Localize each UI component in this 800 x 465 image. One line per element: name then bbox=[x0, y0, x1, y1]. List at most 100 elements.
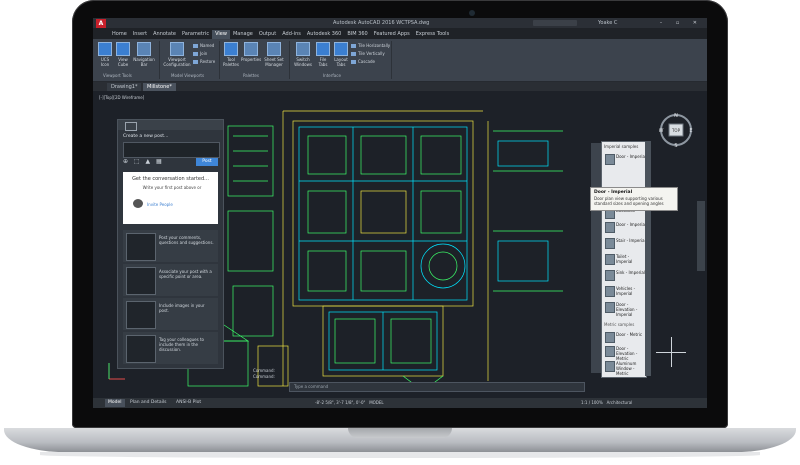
palette-item[interactable]: Door - Elevation - Imperial bbox=[605, 302, 646, 317]
switch-windows-icon bbox=[296, 42, 310, 56]
cascade-button[interactable]: Cascade bbox=[351, 59, 375, 65]
drawing-canvas[interactable]: [-][Top][2D Wireframe] Create a new post… bbox=[93, 91, 707, 398]
screen: A Autodesk AutoCAD 2016 WCTPSA.dwg Yoake… bbox=[93, 18, 707, 408]
tip-image bbox=[126, 233, 156, 261]
sheet-set-manager-button[interactable]: Sheet Set Manager bbox=[263, 42, 285, 67]
tab-bim-360[interactable]: BIM 360 bbox=[344, 30, 370, 39]
navigation-bar[interactable] bbox=[697, 201, 705, 271]
window-icon bbox=[605, 361, 615, 372]
laptop-shadow bbox=[40, 452, 760, 458]
palette-item[interactable]: Door - Elevation - Metric bbox=[605, 346, 646, 361]
post-button[interactable]: Post bbox=[196, 158, 218, 166]
tab-plan-and-details[interactable]: Plan and Details bbox=[127, 399, 170, 407]
post-input[interactable] bbox=[123, 142, 220, 158]
door-icon bbox=[605, 332, 615, 343]
tab-model[interactable]: Model bbox=[105, 399, 125, 407]
vehicle-icon bbox=[605, 286, 615, 297]
tile-horizontally-button[interactable]: Tile Horizontally bbox=[351, 43, 390, 49]
workspace-switcher[interactable]: Architectural bbox=[607, 400, 633, 405]
palette-scrollbar[interactable] bbox=[645, 141, 651, 376]
viewport-configuration-button[interactable]: Viewport Configuration bbox=[163, 42, 191, 67]
panel-label-palettes: Palettes bbox=[243, 73, 259, 78]
search-input[interactable] bbox=[533, 20, 577, 26]
post-panel: Create a new post... ⊕ ⬚ ▲ ▦ Post Get th… bbox=[117, 119, 224, 369]
status-bar: -8'-2 5/8", 3'-7 1/8", 0'-0" MODEL bbox=[315, 399, 384, 407]
tab-view[interactable]: View bbox=[212, 30, 230, 39]
ucs-icon-button[interactable]: UCS Icon bbox=[97, 42, 113, 67]
command-line-input[interactable]: Type a command bbox=[289, 382, 585, 392]
join-button[interactable]: Join bbox=[193, 51, 207, 57]
palette-item[interactable]: Vehicles - Imperial bbox=[605, 286, 646, 297]
tab-express-tools[interactable]: Express Tools bbox=[413, 30, 452, 39]
compass-east: E bbox=[689, 128, 692, 134]
palette-item[interactable]: Door - Metric bbox=[605, 332, 646, 343]
palette-item[interactable]: Stair - Imperial bbox=[605, 238, 646, 249]
tab-parametric[interactable]: Parametric bbox=[179, 30, 212, 39]
palette-item[interactable]: Door - Imperial bbox=[605, 154, 646, 165]
view-cube-button[interactable]: View Cube bbox=[115, 42, 131, 67]
named-icon bbox=[193, 44, 198, 48]
annotation-scale[interactable]: 1:1 / 100% bbox=[581, 400, 603, 405]
app-logo[interactable]: A bbox=[96, 19, 106, 28]
window-title: Autodesk AutoCAD 2016 WCTPSA.dwg bbox=[333, 20, 430, 26]
create-post-label: Create a new post... bbox=[123, 134, 169, 139]
tooltip-title: Door - Imperial bbox=[594, 190, 633, 195]
tool-palettes-icon bbox=[224, 42, 238, 56]
tab-home[interactable]: Home bbox=[109, 30, 130, 39]
file-tabs-button[interactable]: File Tabs bbox=[315, 42, 331, 67]
palette-section: Metric samples bbox=[604, 322, 635, 327]
model-space-toggle[interactable]: MODEL bbox=[369, 400, 383, 405]
door-icon bbox=[605, 222, 615, 233]
view-cube[interactable]: TOP N S W E bbox=[659, 113, 693, 147]
user-account[interactable]: Yoake C bbox=[598, 18, 617, 28]
invite-people-link[interactable]: Invite People bbox=[147, 202, 173, 207]
navigation-bar-button[interactable]: Navigation Bar bbox=[133, 42, 155, 67]
tip-text: Post your comments, questions and sugges… bbox=[159, 235, 214, 245]
post-tools[interactable]: ⊕ ⬚ ▲ ▦ bbox=[123, 158, 164, 165]
restore-button[interactable]: Restore bbox=[193, 59, 215, 65]
named-button[interactable]: Named bbox=[193, 43, 214, 49]
properties-button[interactable]: Properties bbox=[241, 42, 261, 62]
tip-image bbox=[126, 301, 156, 329]
laptop-notch bbox=[348, 428, 452, 438]
tab-drawing1[interactable]: Drawing1* bbox=[107, 83, 142, 91]
tab-annotate[interactable]: Annotate bbox=[150, 30, 179, 39]
tool-palette: Imperial samples Door - Imperial Bookcas… bbox=[601, 141, 647, 378]
tip-text: Include images in your post. bbox=[159, 303, 205, 313]
switch-windows-button[interactable]: Switch Windows bbox=[293, 42, 313, 67]
tab-ansi-b-plot[interactable]: ANSI-B Plot bbox=[173, 399, 204, 407]
tip-image bbox=[126, 267, 156, 295]
tab-output[interactable]: Output bbox=[256, 30, 279, 39]
compass-north: N bbox=[674, 113, 678, 119]
tip-associate: Associate your post with a specific poin… bbox=[123, 264, 218, 296]
palette-item[interactable]: Aluminum Window - Metric bbox=[605, 361, 646, 376]
tile-vertically-button[interactable]: Tile Vertically bbox=[351, 51, 385, 57]
tab-add-ins[interactable]: Add-ins bbox=[279, 30, 304, 39]
cube-icon bbox=[116, 42, 130, 56]
title-bar: A Autodesk AutoCAD 2016 WCTPSA.dwg Yoake… bbox=[93, 18, 707, 28]
nav-bar-icon bbox=[137, 42, 151, 56]
sink-icon bbox=[605, 270, 615, 281]
tab-millstone[interactable]: Millstone* bbox=[143, 83, 176, 91]
palette-item[interactable]: Toilet - Imperial bbox=[605, 254, 646, 265]
compass-south: S bbox=[674, 143, 677, 147]
tab-manage[interactable]: Manage bbox=[230, 30, 256, 39]
palette-item[interactable]: Sink - Imperial bbox=[605, 270, 646, 281]
palette-side-tabs[interactable] bbox=[591, 143, 601, 373]
conversation-card: Get the conversation started... Write yo… bbox=[123, 172, 218, 224]
palette-item[interactable]: Door - Imperial bbox=[605, 222, 646, 233]
avatar bbox=[133, 199, 143, 208]
tool-palettes-button[interactable]: Tool Palettes bbox=[223, 42, 239, 67]
tab-autodesk-360[interactable]: Autodesk 360 bbox=[304, 30, 345, 39]
ribbon-tabs: Home Insert Annotate Parametric View Manage Ou… bbox=[109, 30, 452, 39]
laptop-frame: A Autodesk AutoCAD 2016 WCTPSA.dwg Yoake… bbox=[0, 0, 800, 465]
tab-featured-apps[interactable]: Featured Apps bbox=[371, 30, 413, 39]
layout-tabs-button[interactable]: Layout Tabs bbox=[333, 42, 349, 67]
door-icon bbox=[605, 302, 615, 313]
window-controls[interactable]: – ▫ ✕ bbox=[660, 18, 703, 28]
inner-wall bbox=[298, 126, 468, 301]
cube-top-label: TOP bbox=[671, 128, 681, 133]
tab-insert[interactable]: Insert bbox=[130, 30, 150, 39]
document-tabs: Drawing1* Millstone* bbox=[93, 82, 707, 91]
toilet-icon bbox=[605, 254, 615, 265]
